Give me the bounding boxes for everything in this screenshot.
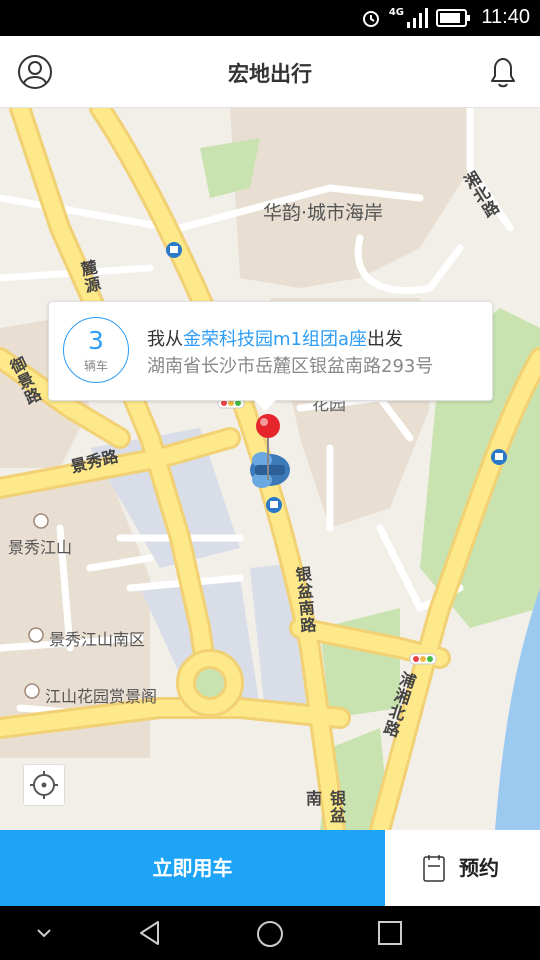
network-type: 4G bbox=[388, 7, 404, 18]
car-count-unit: 辆车 bbox=[83, 359, 108, 373]
road-yinpen-south-bottom: 银盆南 bbox=[303, 790, 346, 824]
back-icon[interactable] bbox=[136, 919, 164, 947]
book-button[interactable]: 预约 bbox=[385, 830, 540, 906]
calendar-icon bbox=[423, 855, 445, 882]
pickup-info-bubble[interactable]: 3 辆车 我从金荣科技园m1组团a座出发 湖南省长沙市岳麓区银盆南路293号 bbox=[48, 301, 493, 411]
home-icon[interactable] bbox=[255, 919, 285, 949]
poi-jiangshan-garden: 江山花园赏景阁 bbox=[45, 687, 158, 706]
poi-huayun: 华韵·城市海岸 bbox=[263, 202, 384, 224]
poi-jingxiu-south: 景秀江山南区 bbox=[49, 630, 146, 649]
pickup-prefix: 我从 bbox=[147, 329, 183, 350]
page-title: 宏地出行 bbox=[228, 62, 312, 86]
alarm-icon bbox=[362, 11, 379, 27]
battery-icon bbox=[436, 9, 470, 27]
bell-icon[interactable] bbox=[486, 54, 520, 90]
crosshair-icon bbox=[30, 771, 58, 799]
book-label: 预约 bbox=[459, 856, 499, 880]
pickup-suffix: 出发 bbox=[367, 329, 404, 350]
status-icons: 4G bbox=[361, 7, 470, 29]
poi-jingxiu: 景秀江山 bbox=[8, 538, 73, 557]
system-nav-bar bbox=[0, 906, 540, 960]
pickup-line: 我从金荣科技园m1组团a座出发 bbox=[147, 325, 403, 351]
locate-button[interactable] bbox=[23, 764, 65, 806]
map-view[interactable]: 华韵·城市海岸 花园 景秀江山 景秀江山南区 江山花园赏景阁 麓源 御景路 景秀… bbox=[0, 108, 540, 830]
ride-now-button[interactable]: 立即用车 bbox=[0, 830, 385, 906]
signal-icon bbox=[407, 8, 428, 28]
pickup-address: 湖南省长沙市岳麓区银盆南路293号 bbox=[147, 356, 434, 377]
status-bar: 4G 11:40 bbox=[0, 0, 540, 36]
chevron-down-icon[interactable] bbox=[35, 926, 53, 940]
action-bar: 立即用车 预约 bbox=[0, 830, 540, 906]
car-count-badge: 3 辆车 bbox=[63, 317, 129, 383]
pickup-place: 金荣科技园m1组团a座 bbox=[183, 329, 368, 350]
app-header: 宏地出行 bbox=[0, 36, 540, 108]
car-count: 3 bbox=[88, 326, 104, 355]
status-time: 11:40 bbox=[481, 6, 530, 28]
recents-icon[interactable] bbox=[377, 920, 403, 946]
